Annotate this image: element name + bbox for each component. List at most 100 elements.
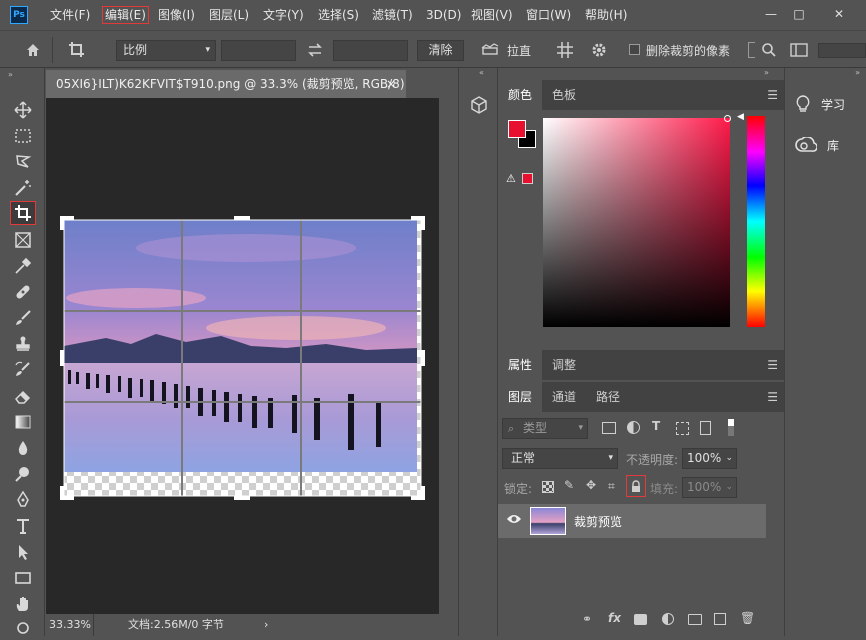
hue-slider[interactable] <box>747 116 765 327</box>
menu-view[interactable]: 视图(V) <box>469 6 515 24</box>
eye-icon[interactable] <box>506 513 522 527</box>
tab-swatches[interactable]: 色板 <box>542 80 586 110</box>
close-button[interactable]: ✕ <box>828 4 850 24</box>
lock-all-icon[interactable] <box>626 475 646 497</box>
trash-icon[interactable]: 🗑 <box>740 611 755 625</box>
learn-panel-button[interactable]: 学习 <box>785 87 866 121</box>
share-field[interactable] <box>818 43 866 58</box>
filter-pixel-icon[interactable] <box>602 422 616 434</box>
link-layers-icon[interactable]: ⚭ <box>582 612 592 626</box>
filter-type-icon[interactable]: T <box>652 419 660 433</box>
document-tab[interactable]: 05XI6}ILT)K62KFVIT$T910.png @ 33.3% (裁剪预… <box>46 70 406 98</box>
expand-icon[interactable]: « <box>479 68 484 77</box>
menu-help[interactable]: 帮助(H) <box>583 6 629 24</box>
rectangle-tool-icon[interactable] <box>10 566 36 590</box>
menu-layer[interactable]: 图层(L) <box>207 6 251 24</box>
ratio-select[interactable]: 比例 ▾ <box>116 40 216 61</box>
clone-stamp-tool-icon[interactable] <box>10 332 36 356</box>
3d-cube-icon[interactable] <box>467 94 491 116</box>
tab-layers[interactable]: 图层 <box>498 382 543 412</box>
libraries-panel-button[interactable]: 库 <box>785 128 866 162</box>
new-layer-icon[interactable] <box>714 613 726 625</box>
status-arrow-icon[interactable]: › <box>264 614 268 636</box>
collapse-panels-icon[interactable]: » <box>764 68 769 77</box>
menu-type[interactable]: 文字(Y) <box>261 6 306 24</box>
crop-preset-icon[interactable] <box>62 40 92 60</box>
crop-tool-icon[interactable] <box>10 201 36 225</box>
straighten-icon[interactable] <box>478 40 502 60</box>
search-icon[interactable] <box>758 40 780 60</box>
width-input[interactable] <box>221 40 296 61</box>
out-of-gamut-swatch[interactable] <box>522 173 533 184</box>
layer-name[interactable]: 裁剪预览 <box>574 513 622 530</box>
filter-smart-object-icon[interactable] <box>700 421 711 435</box>
magic-wand-tool-icon[interactable] <box>10 176 36 200</box>
filter-toggle[interactable] <box>728 419 734 436</box>
zoom-level[interactable]: 33.33% <box>46 614 94 636</box>
menu-3d[interactable]: 3D(D) <box>424 6 463 24</box>
menu-file[interactable]: 文件(F) <box>48 6 92 24</box>
menu-image[interactable]: 图像(I) <box>156 6 197 24</box>
swap-icon[interactable] <box>304 40 326 60</box>
filter-adjustment-icon[interactable] <box>627 421 640 434</box>
blur-tool-icon[interactable] <box>10 436 36 460</box>
frame-tool-icon[interactable] <box>10 228 36 252</box>
straighten-label[interactable]: 拉直 <box>507 42 531 59</box>
gear-icon[interactable] <box>588 40 610 60</box>
fill-input[interactable]: 100% ⌄ <box>682 477 737 498</box>
zoom-tool-icon[interactable] <box>10 616 36 640</box>
pen-tool-icon[interactable] <box>10 488 36 512</box>
lock-position-icon[interactable]: ✥ <box>586 478 596 492</box>
minimize-button[interactable]: — <box>760 4 782 24</box>
menu-edit[interactable]: 编辑(E) <box>102 6 149 24</box>
new-adjustment-icon[interactable] <box>662 613 674 625</box>
hand-tool-icon[interactable] <box>10 592 36 616</box>
blend-mode-select[interactable]: 正常 ▾ <box>502 448 618 469</box>
brush-tool-icon[interactable] <box>10 306 36 330</box>
tab-adjustments[interactable]: 调整 <box>542 350 586 380</box>
lock-paint-icon[interactable]: ✎ <box>564 478 574 492</box>
canvas-area[interactable] <box>46 98 439 614</box>
menu-select[interactable]: 选择(S) <box>316 6 361 24</box>
tab-color[interactable]: 颜色 <box>498 80 543 110</box>
foreground-color[interactable] <box>508 120 526 138</box>
clear-button[interactable]: 清除 <box>417 40 464 61</box>
gradient-tool-icon[interactable] <box>10 410 36 434</box>
toggle-icon[interactable] <box>748 42 755 58</box>
eraser-tool-icon[interactable] <box>10 384 36 408</box>
collapse-icon[interactable]: » <box>8 70 13 79</box>
tab-paths[interactable]: 路径 <box>586 382 630 412</box>
healing-brush-tool-icon[interactable] <box>10 280 36 304</box>
marquee-tool-icon[interactable] <box>10 124 36 148</box>
layer-row[interactable]: 裁剪预览 <box>498 504 766 538</box>
move-tool-icon[interactable] <box>10 98 36 122</box>
lasso-tool-icon[interactable] <box>10 150 36 174</box>
type-tool-icon[interactable] <box>10 514 36 538</box>
maximize-button[interactable]: □ <box>788 4 810 24</box>
grid-overlay-icon[interactable] <box>554 40 576 60</box>
fx-icon[interactable]: fx <box>608 611 621 625</box>
close-tab-icon[interactable]: × <box>386 70 396 98</box>
dodge-tool-icon[interactable] <box>10 462 36 486</box>
menu-window[interactable]: 窗口(W) <box>524 6 573 24</box>
path-selection-tool-icon[interactable] <box>10 540 36 564</box>
layer-filter-select[interactable]: ⌕ 类型 ▾ <box>502 418 588 439</box>
eyedropper-tool-icon[interactable] <box>10 254 36 278</box>
ps-logo[interactable]: Ps <box>10 6 28 24</box>
tab-channels[interactable]: 通道 <box>542 382 586 412</box>
tab-properties[interactable]: 属性 <box>498 350 543 380</box>
history-brush-tool-icon[interactable] <box>10 358 36 382</box>
opacity-input[interactable]: 100% ⌄ <box>682 448 737 469</box>
panel-menu-icon[interactable]: ☰ <box>767 358 778 372</box>
delete-cropped-checkbox[interactable] <box>629 44 640 55</box>
hue-slider-handle[interactable]: ◀ <box>737 112 744 122</box>
crop-preview-image[interactable] <box>46 98 439 614</box>
workspace-icon[interactable] <box>788 40 810 60</box>
lock-transparent-icon[interactable] <box>542 481 554 493</box>
collapse-dock-icon[interactable]: » <box>855 68 860 77</box>
menu-filter[interactable]: 滤镜(T) <box>370 6 415 24</box>
home-icon[interactable] <box>22 40 44 60</box>
panel-menu-icon[interactable]: ☰ <box>767 390 778 404</box>
color-field[interactable] <box>543 118 730 327</box>
color-picker-handle[interactable] <box>724 115 731 122</box>
